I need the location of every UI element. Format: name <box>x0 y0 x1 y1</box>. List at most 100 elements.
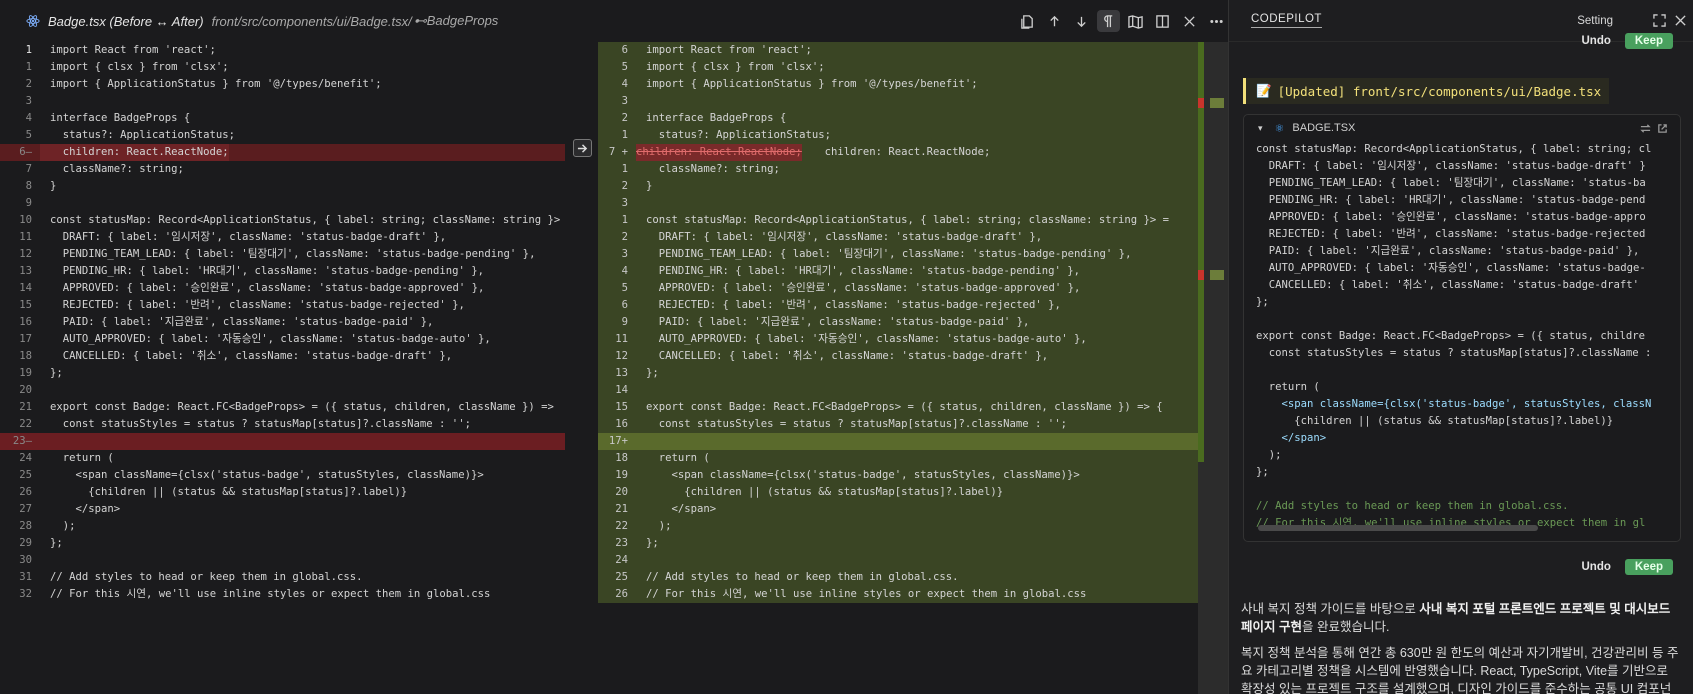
line-number: 26 <box>19 486 32 498</box>
code-line[interactable]: 6 import React from 'react'; <box>598 42 1198 59</box>
code-line[interactable]: 16 PAID: { label: '지급완료', className: 'st… <box>0 314 565 331</box>
horizontal-scrollbar[interactable] <box>1258 525 1538 531</box>
code-line[interactable]: 29}; <box>0 535 565 552</box>
keep-button[interactable]: Keep <box>1624 33 1673 49</box>
code-line[interactable]: 3 <box>598 93 1198 110</box>
code-line[interactable]: 1 className?: string; <box>598 161 1198 178</box>
code-line[interactable]: 11 AUTO_APPROVED: { label: '자동승인', class… <box>598 331 1198 348</box>
code-line[interactable]: 22 ); <box>598 518 1198 535</box>
diff-overview-ruler[interactable] <box>1198 42 1228 694</box>
map-view-button[interactable] <box>1124 10 1147 32</box>
code-line[interactable]: 25 <span className={clsx('status-badge',… <box>0 467 565 484</box>
open-external-icon[interactable] <box>1657 123 1668 134</box>
code-line[interactable]: 12 CANCELLED: { label: '취소', className: … <box>598 348 1198 365</box>
breadcrumb-path[interactable]: front/src/components/ui/Badge.tsx/ <box>212 14 412 29</box>
code-line[interactable]: 6— children: React.ReactNode; <box>0 144 565 161</box>
undo-button[interactable]: Undo <box>1581 35 1610 47</box>
line-text: return ( <box>50 452 114 464</box>
code-line[interactable]: 19 <span className={clsx('status-badge',… <box>598 467 1198 484</box>
code-line[interactable]: 4 PENDING_HR: { label: 'HR대기', className… <box>598 263 1198 280</box>
code-line[interactable]: 11 DRAFT: { label: '임시저장', className: 's… <box>0 229 565 246</box>
line-number: 7 <box>25 163 32 175</box>
code-line[interactable]: 17 AUTO_APPROVED: { label: '자동승인', class… <box>0 331 565 348</box>
code-line[interactable]: 12 PENDING_TEAM_LEAD: { label: '팀장대기', c… <box>0 246 565 263</box>
line-number: 21 <box>19 401 32 413</box>
code-line[interactable]: 1 import React from 'react'; <box>0 42 565 59</box>
code-line[interactable]: 18 CANCELLED: { label: '취소', className: … <box>0 348 565 365</box>
code-line[interactable]: 1 status?: ApplicationStatus; <box>598 127 1198 144</box>
split-editor-button[interactable] <box>1151 10 1174 32</box>
code-line[interactable]: 8} <box>0 178 565 195</box>
code-line[interactable]: 26 {children || (status && statusMap[sta… <box>0 484 565 501</box>
code-line[interactable]: 20 {children || (status && statusMap[sta… <box>598 484 1198 501</box>
chevron-down-icon[interactable]: ▾ <box>1258 123 1263 134</box>
code-line[interactable]: 23— <box>0 433 565 450</box>
code-line[interactable]: 21 export const Badge: React.FC<BadgeProp… <box>0 399 565 416</box>
updated-file-text[interactable]: [Updated] front/src/components/ui/Badge.… <box>1278 84 1602 99</box>
code-line[interactable]: 20 <box>0 382 565 399</box>
code-line[interactable]: 31 // Add styles to head or keep them in … <box>0 569 565 586</box>
code-line[interactable]: 15 export const Badge: React.FC<BadgeProp… <box>598 399 1198 416</box>
diff-modified-pane[interactable]: 6 import React from 'react'; 5 import { cls… <box>598 42 1198 694</box>
code-line[interactable]: 23}; <box>598 535 1198 552</box>
code-line[interactable]: 14 APPROVED: { label: '승인완료', className:… <box>0 280 565 297</box>
revert-change-button[interactable] <box>573 139 592 157</box>
diff-original-pane[interactable]: 1 import React from 'react'; 1 import { cls… <box>0 42 565 694</box>
code-line[interactable]: 9 <box>0 195 565 212</box>
code-line[interactable]: 26 // For this 시연, we'll use inline style… <box>598 586 1198 603</box>
code-line[interactable]: 24 <box>598 552 1198 569</box>
code-line[interactable]: 17+ <box>598 433 1198 450</box>
code-line[interactable]: 5 status?: ApplicationStatus; <box>0 127 565 144</box>
breadcrumb-symbol[interactable]: ⊷BadgeProps <box>414 13 499 29</box>
code-line[interactable]: 1 import { clsx } from 'clsx'; <box>0 59 565 76</box>
line-number: 16 <box>19 316 32 328</box>
previous-change-button[interactable] <box>1043 10 1066 32</box>
code-line[interactable]: 4 import { ApplicationStatus } from '@/ty… <box>598 76 1198 93</box>
code-line[interactable]: 6 REJECTED: { label: '반려', className: 's… <box>598 297 1198 314</box>
more-actions-button[interactable] <box>1205 10 1228 32</box>
maximize-icon[interactable] <box>1653 14 1666 27</box>
code-line[interactable]: 7 + children: React.ReactNode; children: … <box>598 144 1198 161</box>
code-line[interactable]: 15 REJECTED: { label: '반려', className: '… <box>0 297 565 314</box>
code-line[interactable]: 25 // Add styles to head or keep them in … <box>598 569 1198 586</box>
code-line[interactable]: 18 return ( <box>598 450 1198 467</box>
code-line[interactable]: 13}; <box>598 365 1198 382</box>
toggle-whitespace-button[interactable] <box>1097 10 1120 32</box>
code-line[interactable]: 21 </span> <box>598 501 1198 518</box>
code-line[interactable]: 2} <box>598 178 1198 195</box>
code-line[interactable]: 3 PENDING_TEAM_LEAD: { label: '팀장대기', cl… <box>598 246 1198 263</box>
code-line[interactable]: 16 const statusStyles = status ? statusM… <box>598 416 1198 433</box>
code-line[interactable]: 13 PENDING_HR: { label: 'HR대기', classNam… <box>0 263 565 280</box>
code-line[interactable]: 5 import { clsx } from 'clsx'; <box>598 59 1198 76</box>
code-line[interactable]: 32 // For this 시연, we'll use inline style… <box>0 586 565 603</box>
diff-tab-title[interactable]: Badge.tsx (Before ↔ After) <box>48 14 204 29</box>
next-change-button[interactable] <box>1070 10 1093 32</box>
apply-diff-icon[interactable] <box>1640 123 1651 134</box>
code-line[interactable]: 14 <box>598 382 1198 399</box>
code-line[interactable]: 3 <box>0 93 565 110</box>
code-line[interactable]: 1 const statusMap: Record<ApplicationStat… <box>598 212 1198 229</box>
close-icon[interactable] <box>1674 14 1687 27</box>
open-file-button[interactable] <box>1016 10 1039 32</box>
undo-button[interactable]: Undo <box>1581 561 1610 573</box>
setting-button[interactable]: Setting <box>1577 15 1613 27</box>
code-line[interactable]: 5 APPROVED: { label: '승인완료', className: … <box>598 280 1198 297</box>
code-line[interactable]: 10 const statusMap: Record<ApplicationSta… <box>0 212 565 229</box>
close-diff-button[interactable] <box>1178 10 1201 32</box>
code-line[interactable]: 7 className?: string; <box>0 161 565 178</box>
code-line[interactable]: 28 ); <box>0 518 565 535</box>
code-card-header[interactable]: ▾ ⚛ BADGE.TSX <box>1244 115 1680 141</box>
code-line[interactable]: 19}; <box>0 365 565 382</box>
keep-button[interactable]: Keep <box>1624 559 1673 575</box>
code-line[interactable]: 9 PAID: { label: '지급완료', className: 'sta… <box>598 314 1198 331</box>
code-line[interactable]: 30 <box>0 552 565 569</box>
code-line[interactable]: 2 DRAFT: { label: '임시저장', className: 'st… <box>598 229 1198 246</box>
panel-title[interactable]: CODEPILOT <box>1251 13 1322 28</box>
code-line[interactable]: 27 </span> <box>0 501 565 518</box>
code-line[interactable]: 2 interface BadgeProps { <box>598 110 1198 127</box>
code-line[interactable]: 24 return ( <box>0 450 565 467</box>
code-line[interactable]: 3 <box>598 195 1198 212</box>
code-line[interactable]: 22 const statusStyles = status ? statusM… <box>0 416 565 433</box>
code-line[interactable]: 2 import { ApplicationStatus } from '@/ty… <box>0 76 565 93</box>
code-line[interactable]: 4 interface BadgeProps { <box>0 110 565 127</box>
